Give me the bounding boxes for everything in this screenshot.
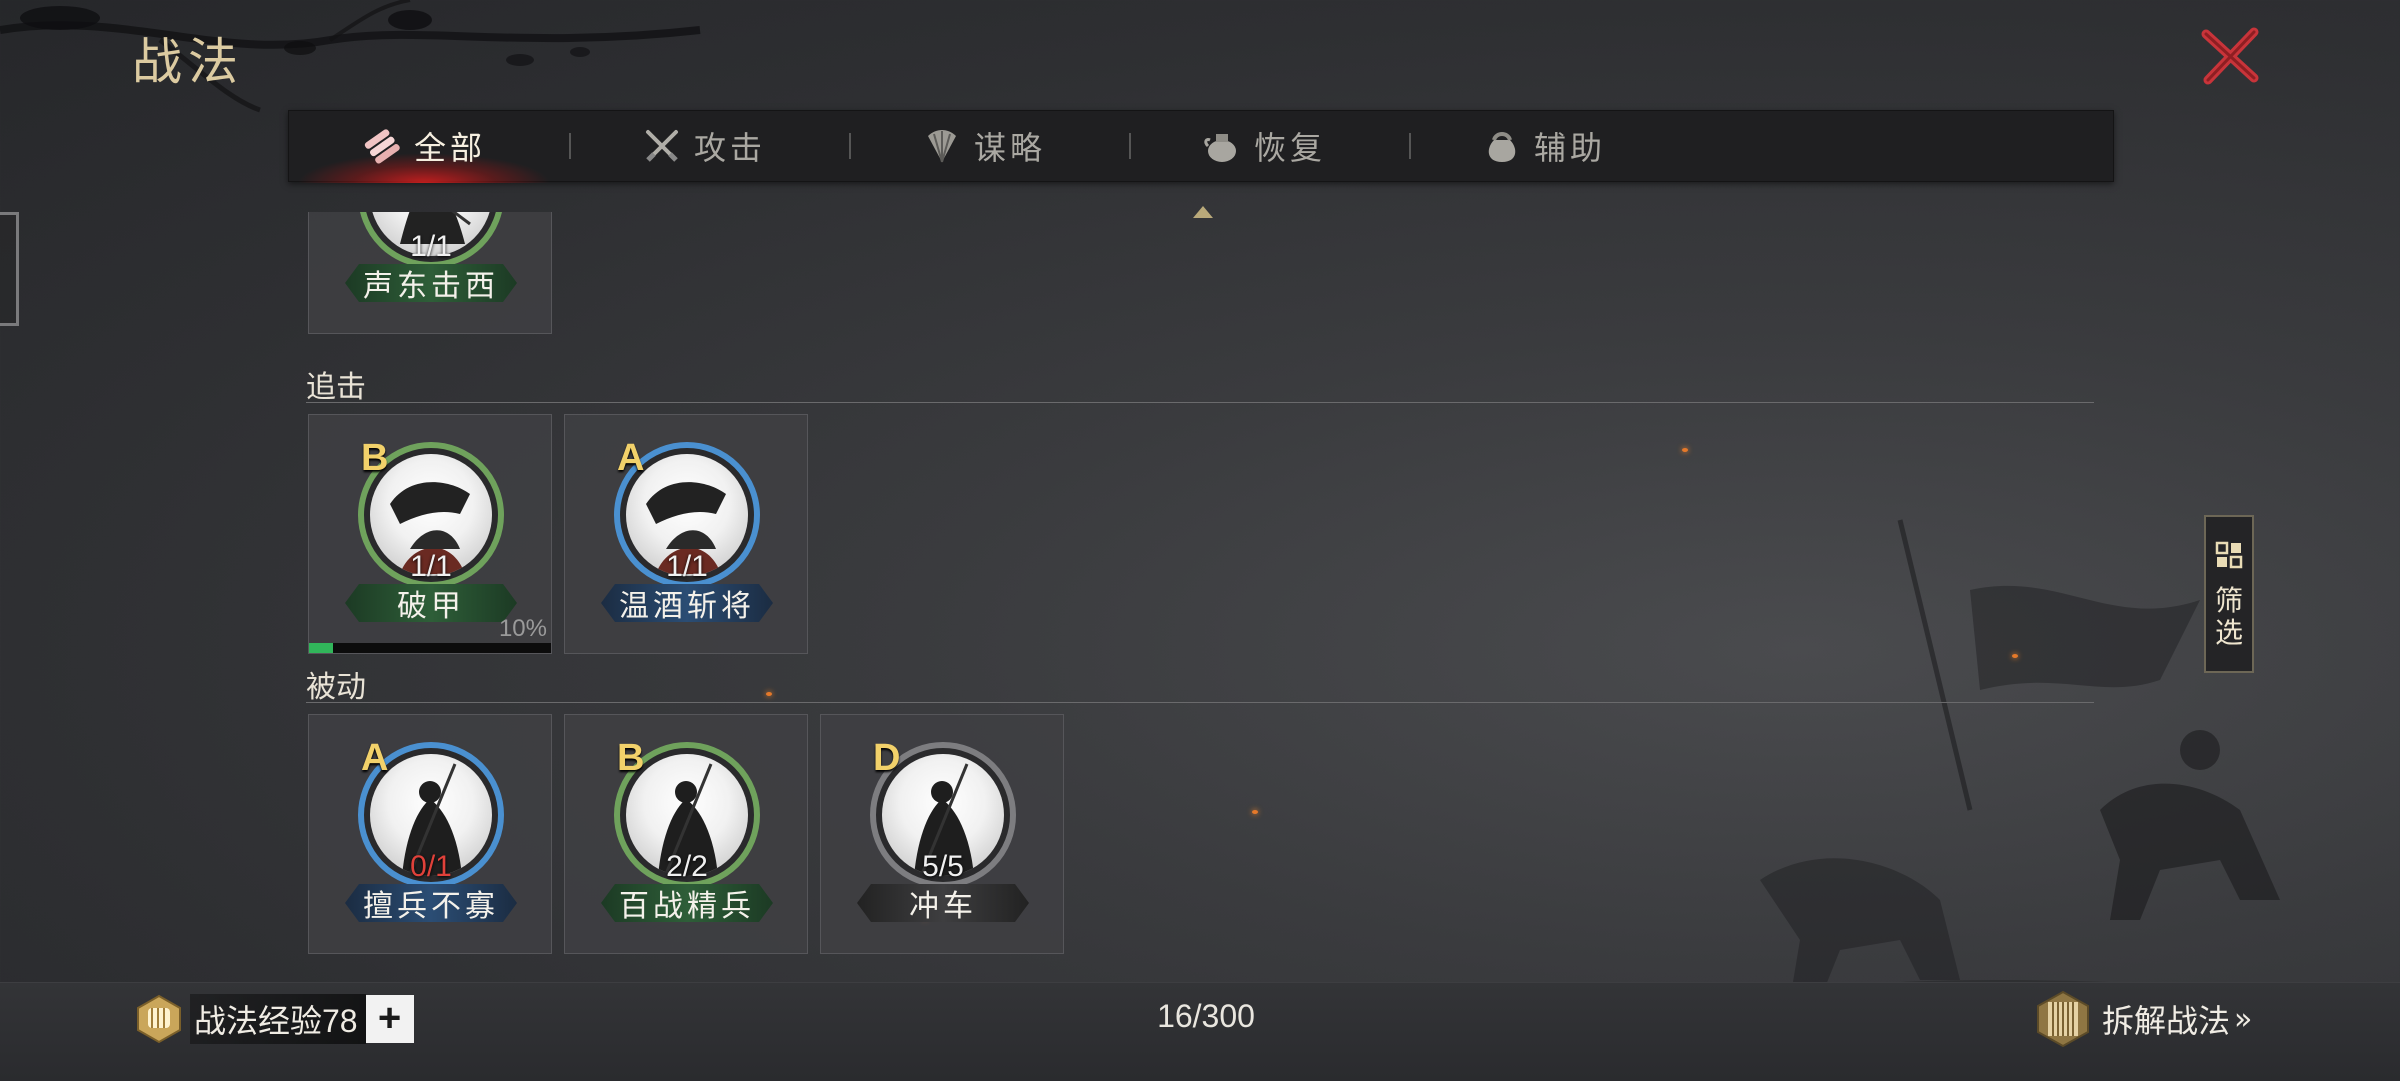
tab-label: 辅助 [1533,129,1606,167]
tab-attack[interactable]: 攻击 [569,111,839,181]
tab-strategy[interactable]: 谋略 [849,111,1119,181]
tactic-name: 冲车 [857,884,1029,922]
tactic-card[interactable]: A 0/1 擅兵不寡 [308,714,552,954]
feather-fan-icon [927,130,956,163]
grade-label: B [361,437,389,479]
card-count: 1/1 [666,550,708,583]
close-icon[interactable] [2198,26,2262,86]
add-exp-button[interactable]: + [365,995,414,1043]
tab-recovery[interactable]: 恢复 [1129,111,1399,181]
grade-label: D [873,737,901,779]
progress-percent: 10% [498,615,547,642]
filter-button[interactable]: 筛选 [2204,515,2254,673]
side-drawer-handle[interactable] [0,212,19,326]
crossed-swords-icon [645,130,678,162]
section-divider [306,702,2094,703]
tab-all[interactable]: 全部 [289,111,559,183]
filter-label: 筛选 [2215,584,2244,649]
tactic-name: 破甲 [345,584,517,622]
progress-fill [309,643,334,653]
tactic-card[interactable]: B 1/1 破甲 10% [308,414,552,654]
progress-bar [309,643,551,653]
grade-label: B [617,737,645,779]
tab-label: 攻击 [693,129,766,167]
tactic-card[interactable]: B 2/2 百战精兵 [564,714,808,954]
tactic-name: 温酒斩将 [601,584,773,622]
tactic-exp: 战法经验78 + [134,994,414,1044]
tactics-list[interactable]: 1/1 声东击西 追击 B 1/1 破甲 10% A 1/1 温酒斩将 被动 A… [300,212,2100,980]
grade-label: A [617,437,645,479]
card-count: 1/1 [410,550,452,583]
tactic-card[interactable]: A 1/1 温酒斩将 [564,414,808,654]
card-count: 5/5 [922,850,964,883]
double-chevron-right-icon: » [2234,1001,2253,1037]
tactic-name: 声东击西 [345,264,517,302]
tactic-name: 擅兵不寡 [345,884,517,922]
card-count: 2/2 [666,850,708,883]
scroll-bundle-icon [2037,990,2089,1048]
section-title: 追击 [306,370,366,405]
pouch-icon [1488,132,1516,162]
tab-label: 谋略 [973,129,1046,167]
fist-badge-icon [137,994,181,1044]
category-tab-bar: 全部 攻击 谋略 恢复 辅助 [288,110,2114,183]
grid-icon [2215,541,2243,569]
section-title: 被动 [306,670,366,705]
page-title: 战法 [132,33,244,91]
tab-support[interactable]: 辅助 [1409,111,1679,181]
tactic-name: 百战精兵 [601,884,773,922]
card-count: 0/1 [410,850,452,883]
tab-label: 全部 [413,129,486,167]
section-divider [306,402,2094,403]
tactic-capacity: 16/300 [1157,998,1255,1034]
medicine-pot-icon [1204,134,1236,162]
dismantle-label: 拆解战法 [2102,1002,2231,1040]
all-scrolls-icon [364,129,400,164]
tactic-card[interactable]: D 5/5 冲车 [820,714,1064,954]
tab-label: 恢复 [1253,129,1326,167]
exp-label: 战法经验78 [190,994,366,1044]
dismantle-button[interactable]: 拆解战法 » [2034,990,2252,1048]
grade-label: A [361,737,389,779]
card-count: 1/1 [410,230,452,263]
tactic-card[interactable]: 1/1 声东击西 [308,212,552,334]
